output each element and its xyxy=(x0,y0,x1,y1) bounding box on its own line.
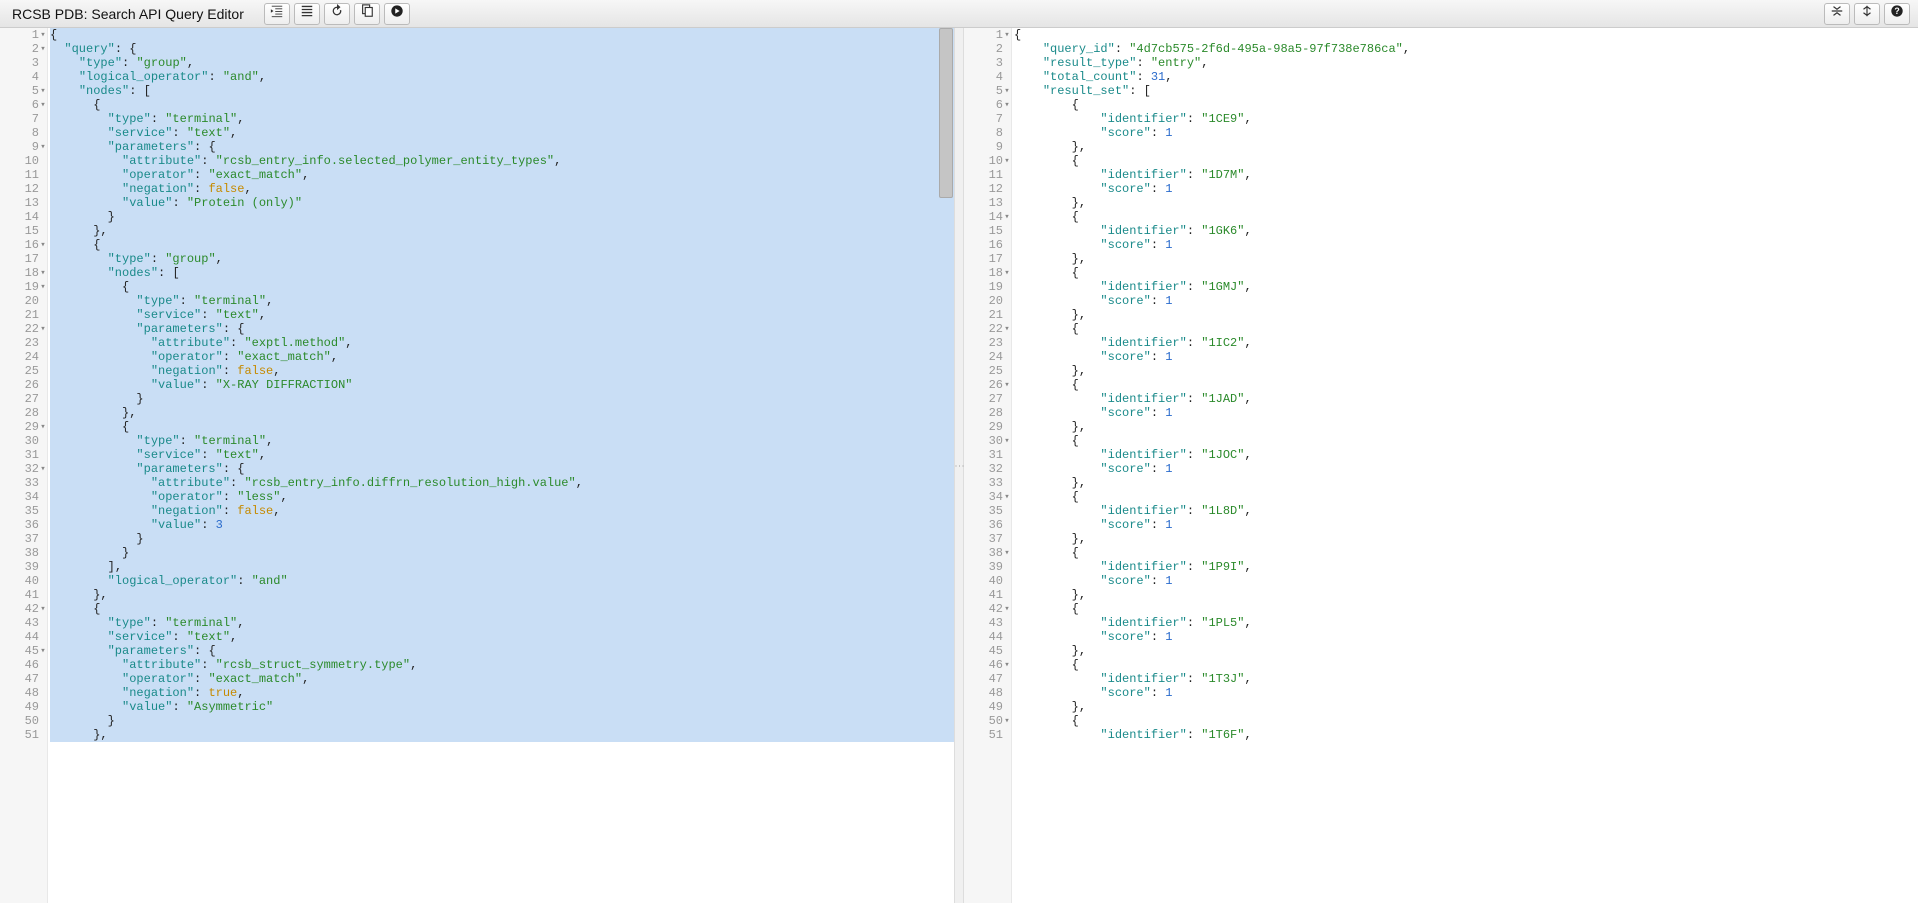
result-code-scroll[interactable]: { "query_id": "4d7cb575-2f6d-495a-98a5-9… xyxy=(1012,28,1918,903)
result-gutter: 1▾2345▾6▾78910▾11121314▾15161718▾1920212… xyxy=(964,28,1012,903)
vertical-splitter[interactable]: ⋮ xyxy=(954,28,964,903)
collapse-vertical-button[interactable] xyxy=(1824,3,1850,25)
reset-button[interactable] xyxy=(324,3,350,25)
indent-full-icon xyxy=(300,4,314,23)
indent-left-button[interactable] xyxy=(264,3,290,25)
query-code-scroll[interactable]: { "query": { "type": "group", "logical_o… xyxy=(48,28,954,903)
run-icon xyxy=(390,4,404,23)
expand-vertical-icon xyxy=(1860,4,1874,23)
app-title: RCSB PDB: Search API Query Editor xyxy=(4,6,252,22)
svg-text:?: ? xyxy=(1894,6,1899,16)
reset-icon xyxy=(330,4,344,23)
splitter-handle-icon: ⋮ xyxy=(954,461,965,471)
toolbar: RCSB PDB: Search API Query Editor xyxy=(0,0,1918,28)
result-code[interactable]: { "query_id": "4d7cb575-2f6d-495a-98a5-9… xyxy=(1012,28,1918,742)
query-editor[interactable]: 1▾2▾345▾6▾789▾10111213141516▾1718▾19▾202… xyxy=(0,28,954,903)
query-editor-pane: 1▾2▾345▾6▾789▾10111213141516▾1718▾19▾202… xyxy=(0,28,954,903)
indent-left-icon xyxy=(270,4,284,23)
scrollbar-thumb[interactable] xyxy=(939,28,953,198)
copy-icon xyxy=(360,4,374,23)
query-code[interactable]: { "query": { "type": "group", "logical_o… xyxy=(48,28,954,742)
copy-button[interactable] xyxy=(354,3,380,25)
help-icon: ? xyxy=(1890,4,1904,23)
expand-vertical-button[interactable] xyxy=(1854,3,1880,25)
run-button[interactable] xyxy=(384,3,410,25)
result-editor[interactable]: 1▾2345▾6▾78910▾11121314▾15161718▾1920212… xyxy=(964,28,1918,903)
collapse-vertical-icon xyxy=(1830,4,1844,23)
query-gutter: 1▾2▾345▾6▾789▾10111213141516▾1718▾19▾202… xyxy=(0,28,48,903)
help-button[interactable]: ? xyxy=(1884,3,1910,25)
indent-full-button[interactable] xyxy=(294,3,320,25)
result-editor-pane: 1▾2345▾6▾78910▾11121314▾15161718▾1920212… xyxy=(964,28,1918,903)
workspace: 1▾2▾345▾6▾789▾10111213141516▾1718▾19▾202… xyxy=(0,28,1918,903)
